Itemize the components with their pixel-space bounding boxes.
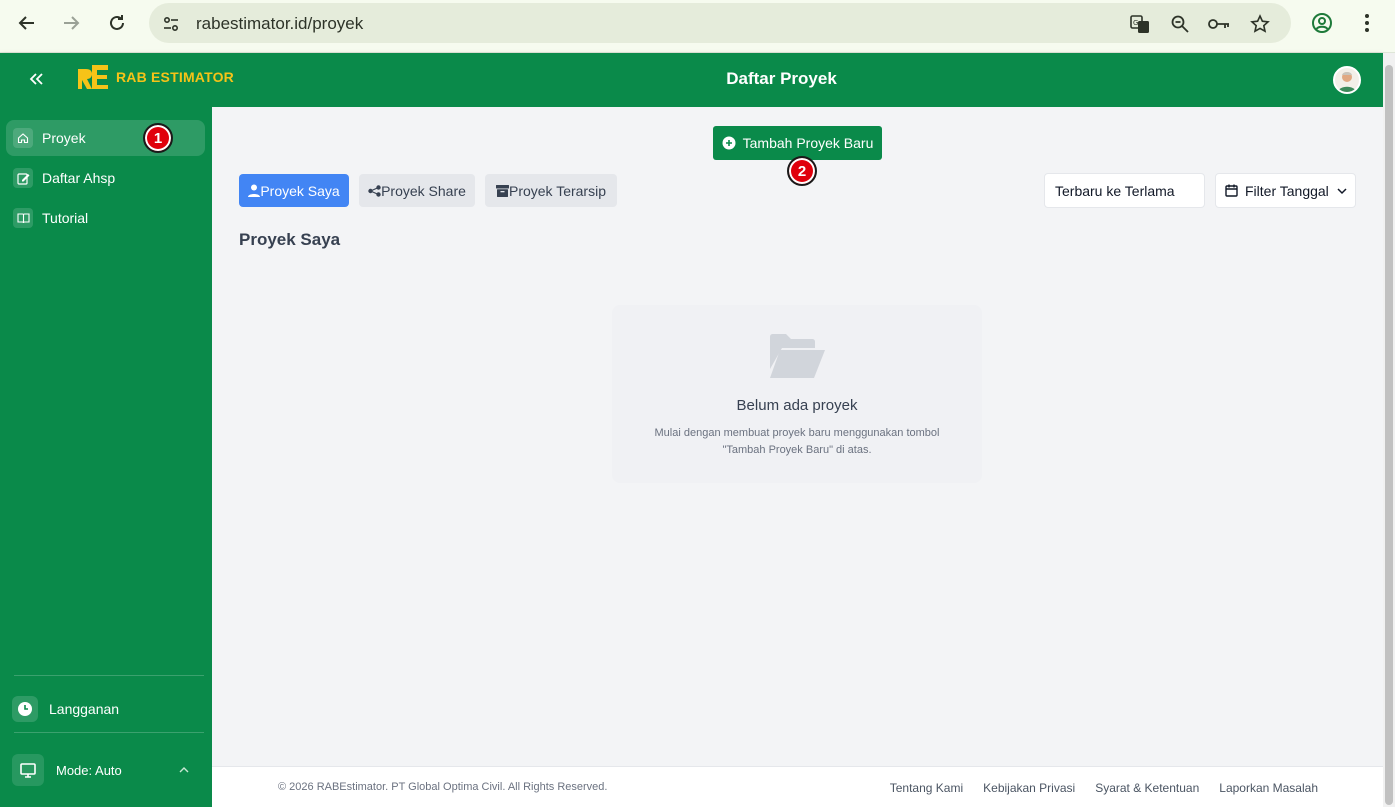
bookmark-star-icon[interactable] <box>1248 12 1272 36</box>
sidebar-item-tutorial[interactable]: Tutorial <box>6 200 205 236</box>
clock-icon <box>12 696 38 722</box>
archive-icon <box>495 184 509 197</box>
tab-proyek-share[interactable]: Proyek Share <box>359 174 475 207</box>
filter-label: Filter Tanggal <box>1245 182 1329 199</box>
home-icon <box>13 128 33 148</box>
reload-icon <box>110 15 124 30</box>
user-icon <box>248 184 261 197</box>
sidebar-item-daftar-ahsp[interactable]: Daftar Ahsp <box>6 160 205 196</box>
theme-mode-toggle[interactable]: Mode: Auto <box>12 752 211 788</box>
book-icon <box>13 208 33 228</box>
reload-button[interactable] <box>102 8 132 38</box>
edit-icon <box>13 168 33 188</box>
copyright-text: © 2026 RABEstimator. PT Global Optima Ci… <box>278 781 608 793</box>
main-content: Tambah Proyek Baru 2 Proyek Saya Proyek … <box>212 107 1383 766</box>
kebab-menu-icon <box>1365 14 1369 32</box>
monitor-icon <box>12 754 44 786</box>
tab-label: Proyek Saya <box>260 182 340 199</box>
footer-links: Tentang Kami Kebijakan Privasi Syarat & … <box>890 781 1318 795</box>
sort-value: Terbaru ke Terlama <box>1055 182 1175 199</box>
site-settings-icon[interactable] <box>159 12 183 36</box>
profile-button[interactable] <box>1307 8 1337 38</box>
address-bar[interactable]: rabestimator.id/proyek G <box>149 3 1291 43</box>
sidebar-item-label: Proyek <box>42 130 86 146</box>
profile-icon <box>1312 13 1332 33</box>
calendar-icon <box>1225 184 1238 197</box>
sidebar-item-langganan[interactable]: Langganan <box>12 691 211 727</box>
page-scrollbar[interactable] <box>1383 53 1395 807</box>
tab-label: Proyek Share <box>381 182 466 199</box>
back-arrow-icon <box>18 16 34 30</box>
plus-circle-icon <box>722 136 736 150</box>
avatar-image <box>1338 72 1356 92</box>
forward-arrow-icon <box>64 16 80 30</box>
url-text[interactable]: rabestimator.id/proyek <box>196 14 363 34</box>
zoom-icon[interactable] <box>1168 12 1192 36</box>
tab-proyek-saya[interactable]: Proyek Saya <box>239 174 349 207</box>
add-project-label: Tambah Proyek Baru <box>742 135 874 151</box>
footer-link-kebijakan-privasi[interactable]: Kebijakan Privasi <box>983 781 1075 795</box>
translate-icon[interactable]: G <box>1128 12 1152 36</box>
sidebar: Proyek Daftar Ahsp Tutorial 1 Langganan … <box>0 107 212 807</box>
back-button[interactable] <box>12 8 42 38</box>
section-title: Proyek Saya <box>239 230 341 249</box>
annotation-badge-2: 2 <box>787 156 817 186</box>
sidebar-divider <box>14 675 204 676</box>
footer-link-tentang-kami[interactable]: Tentang Kami <box>890 781 963 795</box>
key-icon[interactable] <box>1207 12 1231 36</box>
empty-desc-line: Mulai dengan membuat proyek baru menggun… <box>654 427 940 439</box>
annotation-badge-1: 1 <box>143 123 173 153</box>
empty-state-description: Mulai dengan membuat proyek baru menggun… <box>632 425 962 459</box>
subscription-label: Langganan <box>49 701 120 717</box>
sidebar-divider <box>14 732 204 733</box>
scrollbar-thumb[interactable] <box>1385 65 1393 805</box>
footer-link-syarat-ketentuan[interactable]: Syarat & Ketentuan <box>1095 781 1199 795</box>
sidebar-item-proyek[interactable]: Proyek <box>6 120 205 156</box>
empty-state-card: Belum ada proyek Mulai dengan membuat pr… <box>612 305 982 483</box>
page-title: Daftar Proyek <box>726 69 837 88</box>
sort-select[interactable]: Terbaru ke Terlama <box>1044 173 1205 208</box>
empty-desc-line: "Tambah Proyek Baru" di atas. <box>722 444 872 456</box>
chevron-up-icon <box>179 767 189 773</box>
forward-button[interactable] <box>56 8 86 38</box>
folder-open-icon <box>770 334 825 378</box>
footer-link-laporkan-masalah[interactable]: Laporkan Masalah <box>1219 781 1318 795</box>
tab-proyek-terarsip[interactable]: Proyek Terarsip <box>485 174 617 207</box>
footer: © 2026 RABEstimator. PT Global Optima Ci… <box>212 766 1383 807</box>
date-filter-dropdown[interactable]: Filter Tanggal <box>1215 173 1356 208</box>
theme-mode-label: Mode: Auto <box>56 762 122 778</box>
chevron-down-icon <box>1337 188 1347 195</box>
user-avatar[interactable] <box>1333 66 1361 94</box>
svg-text:G: G <box>1133 19 1138 27</box>
browser-toolbar: rabestimator.id/proyek G <box>0 0 1395 53</box>
browser-menu-button[interactable] <box>1352 8 1382 38</box>
share-icon <box>368 184 381 197</box>
empty-state-title: Belum ada proyek <box>736 397 858 414</box>
sidebar-item-label: Daftar Ahsp <box>42 170 116 186</box>
app-header: RAB ESTIMATOR Daftar Proyek <box>0 53 1383 107</box>
add-project-button[interactable]: Tambah Proyek Baru <box>713 126 882 160</box>
tab-label: Proyek Terarsip <box>508 182 606 199</box>
sidebar-item-label: Tutorial <box>42 210 89 226</box>
